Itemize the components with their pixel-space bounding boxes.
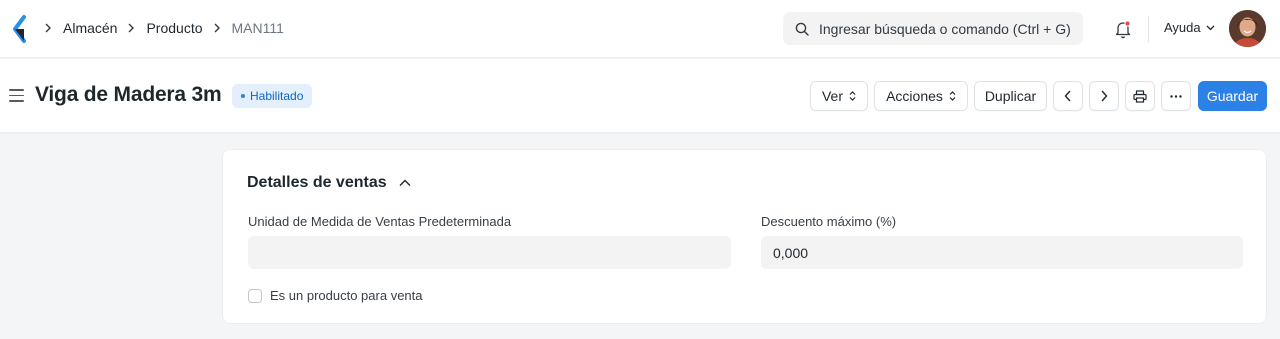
page-title: Viga de Madera 3m <box>35 83 222 106</box>
chevron-left-icon <box>1064 90 1071 102</box>
next-record-button[interactable] <box>1089 81 1119 111</box>
breadcrumb-producto[interactable]: Producto <box>146 20 202 36</box>
status-badge: Habilitado <box>232 84 313 108</box>
breadcrumb: Almacén Producto MAN111 <box>44 0 294 56</box>
status-dot-icon <box>241 94 245 98</box>
page-header: Viga de Madera 3m Habilitado Ver Accione… <box>0 59 1280 133</box>
sales-details-section: Detalles de ventas Unidad de Medida de V… <box>222 149 1267 324</box>
uom-field[interactable] <box>248 236 731 269</box>
printer-icon <box>1133 89 1147 103</box>
is-sales-item-checkbox[interactable] <box>248 288 262 303</box>
breadcrumb-almacen[interactable]: Almacén <box>63 20 117 36</box>
avatar[interactable] <box>1229 10 1266 47</box>
notification-bell-icon[interactable] <box>1112 18 1134 40</box>
view-button-label: Ver <box>821 88 843 104</box>
sort-updown-icon <box>949 91 956 101</box>
sort-updown-icon <box>849 91 856 101</box>
divider <box>1148 16 1149 42</box>
chevron-down-icon <box>1206 25 1215 30</box>
more-options-button[interactable] <box>1161 81 1191 111</box>
uom-label: Unidad de Medida de Ventas Predeterminad… <box>248 214 512 229</box>
section-header[interactable]: Detalles de ventas <box>247 174 411 192</box>
app-logo-icon[interactable] <box>10 14 30 44</box>
is-sales-item-label: Es un producto para venta <box>270 288 423 303</box>
actions-button-label: Acciones <box>886 88 943 104</box>
help-label: Ayuda <box>1164 20 1201 35</box>
duplicate-button[interactable]: Duplicar <box>974 81 1047 111</box>
discount-label: Descuento máximo (%) <box>761 214 897 229</box>
actions-button[interactable]: Acciones <box>874 81 968 111</box>
is-sales-item-row: Es un producto para venta <box>248 288 423 303</box>
breadcrumb-current[interactable]: MAN111 <box>232 20 284 36</box>
previous-record-button[interactable] <box>1053 81 1083 111</box>
section-title: Detalles de ventas <box>247 174 387 191</box>
top-navbar: Almacén Producto MAN111 Ingresar búsqued… <box>0 0 1280 58</box>
ellipsis-icon <box>1170 94 1182 98</box>
search-placeholder: Ingresar búsqueda o comando (Ctrl + G) <box>819 20 1071 37</box>
sidebar-toggle-icon[interactable] <box>9 89 24 102</box>
status-badge-label: Habilitado <box>250 89 304 103</box>
max-discount-field[interactable]: 0,000 <box>761 236 1243 269</box>
help-dropdown[interactable]: Ayuda <box>1164 20 1215 35</box>
chevron-up-icon[interactable] <box>399 179 411 187</box>
search-bar[interactable]: Ingresar búsqueda o comando (Ctrl + G) <box>783 12 1083 45</box>
chevron-right-icon <box>44 21 54 36</box>
chevron-right-icon <box>1101 90 1108 102</box>
search-icon <box>795 22 809 36</box>
save-button[interactable]: Guardar <box>1198 81 1267 111</box>
chevron-right-icon <box>127 21 137 36</box>
chevron-right-icon <box>213 21 223 36</box>
print-button[interactable] <box>1125 81 1155 111</box>
view-button[interactable]: Ver <box>810 81 868 111</box>
